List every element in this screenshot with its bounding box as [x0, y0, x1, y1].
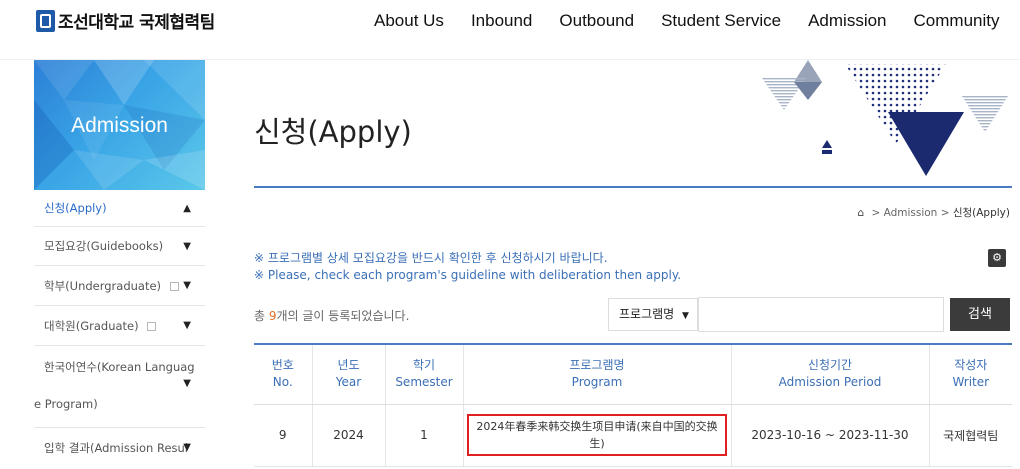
sidebar-item-undergraduate[interactable]: 학부(Undergraduate) ▼	[34, 266, 205, 306]
col-header-kr: 년도	[337, 358, 360, 373]
col-header-en: No.	[272, 375, 293, 390]
external-link-icon	[169, 282, 179, 291]
count-number: 9	[268, 309, 277, 323]
chevron-down-icon: ▼	[183, 378, 191, 389]
chevron-down-icon: ▼	[183, 241, 191, 252]
sidebar-item-label: 입학 결과(Admission Resul	[44, 441, 189, 455]
col-header-period[interactable]: 신청기간 Admission Period	[731, 344, 930, 405]
col-header-no[interactable]: 번호 No.	[254, 344, 313, 405]
col-header-year[interactable]: 년도 Year	[312, 344, 386, 405]
chevron-down-icon: ▼	[183, 280, 191, 291]
col-header-semester[interactable]: 학기 Semester	[385, 344, 464, 405]
sidebar-item-label: 모집요강(Guidebooks)	[44, 239, 164, 253]
cell-no: 9	[254, 404, 313, 467]
nav-student-service[interactable]: Student Service	[661, 11, 781, 31]
sidebar-item-guidebooks[interactable]: 모집요강(Guidebooks) ▼	[34, 227, 205, 266]
chevron-down-icon: ▼	[183, 320, 191, 331]
chevron-down-icon: ▼	[183, 442, 191, 453]
site-logo[interactable]: 조선대학교 국제협력팀	[36, 8, 215, 33]
logo-text: 조선대학교 국제협력팀	[58, 13, 215, 33]
chevron-up-icon: ▲	[183, 203, 191, 214]
nav-outbound[interactable]: Outbound	[559, 11, 634, 31]
col-header-program[interactable]: 프로그램명 Program	[463, 344, 732, 405]
header-decoration	[762, 60, 1008, 176]
sidebar-item-korean-language[interactable]: 한국어연수(Korean Languag ▼ e Program)	[34, 346, 205, 428]
nav-community[interactable]: Community	[914, 11, 1000, 31]
site-header: 조선대학교 국제협력팀 About Us Inbound Outbound St…	[0, 0, 1020, 42]
notice-english: ※ Please, check each program's guideline…	[254, 268, 682, 282]
cell-period: 2023-10-16 ~ 2023-11-30	[731, 404, 930, 467]
col-header-en: Writer	[952, 375, 990, 390]
sidebar-item-graduate[interactable]: 대학원(Graduate) ▼	[34, 306, 205, 346]
col-header-en: Year	[335, 375, 362, 390]
sidebar-item-admission-results[interactable]: 입학 결과(Admission Resul ▼	[34, 428, 205, 468]
main-nav: About Us Inbound Outbound Student Servic…	[374, 11, 999, 31]
sidebar-banner-title: Admission	[71, 114, 168, 137]
table-header-row: 번호 No. 년도 Year 학기 Semester 프로그램명 Program 신청기…	[254, 344, 1012, 405]
col-header-kr: 학기	[412, 358, 436, 373]
col-header-kr: 번호	[271, 358, 294, 373]
breadcrumb-sep: >	[871, 207, 884, 219]
nav-admission[interactable]: Admission	[808, 11, 886, 31]
search-select-value: 프로그램명	[619, 307, 675, 321]
sidebar-item-label: 학부(Undergraduate)	[44, 279, 162, 293]
breadcrumb: ⌂ > Admission > 신청(Apply)	[857, 205, 1010, 220]
search-input[interactable]	[698, 297, 944, 332]
program-link[interactable]: 2024年春季来韩交换生项目申请(来自中国的交换生)	[467, 414, 727, 456]
sidebar-banner: Admission	[34, 60, 205, 190]
search-field-select[interactable]: 프로그램명 ▼	[608, 298, 698, 331]
sidebar-item-label: 대학원(Graduate)	[44, 319, 139, 333]
col-header-kr: 신청기간	[807, 358, 853, 373]
col-header-en: Program	[571, 375, 623, 390]
cell-writer: 국제협력팀	[929, 404, 1012, 467]
program-table: 번호 No. 년도 Year 학기 Semester 프로그램명 Program 신청기…	[254, 343, 1012, 467]
col-header-en: Admission Period	[778, 375, 882, 390]
sidebar-item-apply[interactable]: 신청(Apply) ▲	[34, 190, 205, 227]
sidebar-item-label: 한국어연수(Korean Languag	[44, 360, 195, 374]
title-underline	[254, 186, 1012, 188]
count-suffix: 개의 글이 등록되었습니다.	[276, 309, 410, 323]
nav-about-us[interactable]: About Us	[374, 11, 444, 31]
cell-semester: 1	[385, 404, 464, 467]
post-count: 총 9개의 글이 등록되었습니다.	[254, 307, 409, 324]
search-button[interactable]: 검색	[950, 298, 1010, 331]
notice-korean: ※ 프로그램별 상세 모집요강을 반드시 확인한 후 신청하시기 바랍니다.	[254, 251, 608, 265]
count-prefix: 총	[254, 309, 269, 323]
nav-inbound[interactable]: Inbound	[471, 11, 532, 31]
page-title: 신청(Apply)	[254, 115, 412, 149]
table-row[interactable]: 9 2024 1 2024年春季来韩交换生项目申请(来自中国的交换生) 2023…	[254, 404, 1012, 467]
breadcrumb-current: 신청(Apply)	[952, 207, 1010, 219]
breadcrumb-sep: >	[940, 207, 953, 219]
col-header-kr: 작성자	[954, 358, 988, 373]
breadcrumb-admission[interactable]: Admission	[884, 207, 938, 219]
notice: ※ 프로그램별 상세 모집요강을 반드시 확인한 후 신청하시기 바랍니다. ※…	[254, 250, 681, 284]
col-header-en: Semester	[395, 375, 453, 390]
external-link-icon	[147, 322, 157, 331]
sidebar-item-label: 신청(Apply)	[44, 201, 107, 215]
chevron-down-icon: ▼	[682, 311, 689, 321]
home-icon[interactable]: ⌂	[857, 207, 864, 219]
settings-icon[interactable]: ⚙	[988, 249, 1006, 267]
university-emblem-icon	[36, 9, 55, 32]
col-header-writer[interactable]: 작성자 Writer	[929, 344, 1012, 405]
sidebar-menu: 신청(Apply) ▲ 모집요강(Guidebooks) ▼ 학부(Underg…	[34, 190, 205, 468]
col-header-kr: 프로그램명	[569, 358, 625, 373]
cell-year: 2024	[312, 404, 386, 467]
cell-program: 2024年春季来韩交换生项目申请(来自中国的交换生)	[463, 404, 732, 467]
sidebar-item-label-cont: e Program)	[34, 397, 98, 411]
